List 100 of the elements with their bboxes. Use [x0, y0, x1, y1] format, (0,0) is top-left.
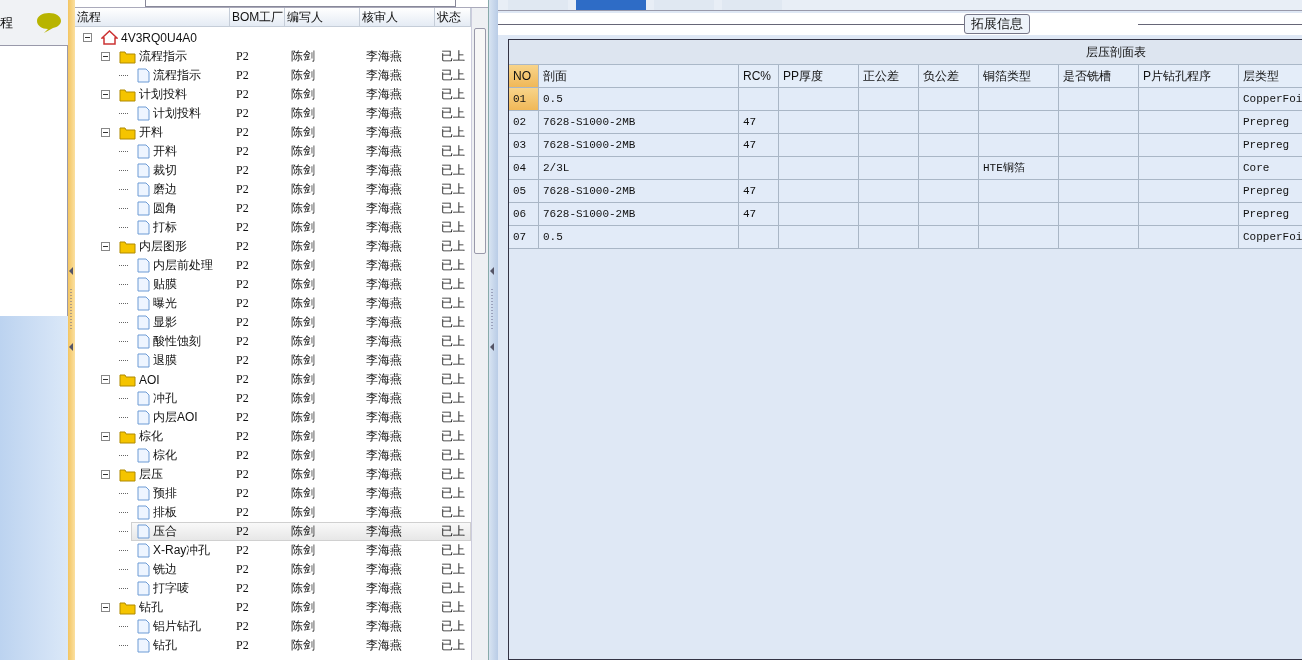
tree-row[interactable]: 圆角 P2 陈剑 李海燕 已上: [131, 199, 471, 218]
tree-item-label[interactable]: 圆角: [153, 200, 177, 217]
tree-item-label[interactable]: 流程指示: [153, 67, 201, 84]
tree-row[interactable]: 压合 P2 陈剑 李海燕 已上: [131, 522, 471, 541]
document-icon: [137, 448, 150, 463]
column-header[interactable]: 层类型: [1239, 65, 1302, 87]
table-cell: 47: [739, 203, 779, 225]
tree-item-label[interactable]: 显影: [153, 314, 177, 331]
tree-row[interactable]: 冲孔 P2 陈剑 李海燕 已上: [131, 389, 471, 408]
tree-item-label[interactable]: 计划投料: [153, 105, 201, 122]
tree-item-label[interactable]: X-Ray冲孔: [153, 542, 211, 559]
tree-item-label[interactable]: 铝片钻孔: [153, 618, 201, 635]
tree-item-label[interactable]: 曝光: [153, 295, 177, 312]
tree-item-label[interactable]: 冲孔: [153, 390, 177, 407]
column-header[interactable]: 正公差: [859, 65, 919, 87]
tree-item-label[interactable]: 打字唛: [153, 580, 189, 597]
column-header[interactable]: NO: [509, 65, 539, 87]
scrollbar-thumb[interactable]: [474, 28, 486, 254]
collapse-icon[interactable]: [101, 90, 110, 99]
tree-item-label[interactable]: 压合: [153, 523, 177, 540]
table-cell-text: P2: [235, 277, 250, 292]
tree-row[interactable]: 退膜 P2 陈剑 李海燕 已上: [131, 351, 471, 370]
tree-row[interactable]: 开料 P2 陈剑 李海燕 已上: [131, 142, 471, 161]
collapse-icon[interactable]: [101, 128, 110, 137]
column-header[interactable]: PP厚度: [779, 65, 859, 87]
tree-item-label[interactable]: 计划投料: [139, 86, 187, 103]
tree-item-label[interactable]: 开料: [153, 143, 177, 160]
tree-item-label[interactable]: 棕化: [153, 447, 177, 464]
column-header[interactable]: RC%: [739, 65, 779, 87]
tree-row[interactable]: 排板 P2 陈剑 李海燕 已上: [131, 503, 471, 522]
tree-row[interactable]: 磨边 P2 陈剑 李海燕 已上: [131, 180, 471, 199]
collapse-icon[interactable]: [101, 52, 110, 61]
column-header[interactable]: BOM工厂: [230, 8, 285, 26]
column-header[interactable]: 铜箔类型: [979, 65, 1059, 87]
column-header[interactable]: 负公差: [919, 65, 979, 87]
table-cell-text: P2: [235, 106, 250, 121]
tree-item-label[interactable]: 钻孔: [153, 637, 177, 654]
tree-row[interactable]: 打标 P2 陈剑 李海燕 已上: [131, 218, 471, 237]
tree-row[interactable]: 计划投料 P2 陈剑 李海燕 已上: [131, 104, 471, 123]
tree-item-label[interactable]: 排板: [153, 504, 177, 521]
splitter-handle[interactable]: [68, 0, 75, 660]
tree-item-label[interactable]: 内层图形: [139, 238, 187, 255]
tree-row[interactable]: 预排 P2 陈剑 李海燕 已上: [131, 484, 471, 503]
tree-row[interactable]: 流程指示 P2 陈剑 李海燕 已上: [131, 66, 471, 85]
collapse-icon[interactable]: [101, 432, 110, 441]
column-header[interactable]: 流程: [75, 8, 230, 26]
document-icon: [137, 562, 150, 577]
tree-item-label[interactable]: 铣边: [153, 561, 177, 578]
collapse-icon[interactable]: [101, 242, 110, 251]
collapse-icon[interactable]: [101, 375, 110, 384]
document-icon: [137, 505, 150, 520]
tree-item-label[interactable]: 层压: [139, 466, 163, 483]
table-cell-text: 已上: [440, 200, 466, 217]
table-cell-text: 陈剑: [290, 295, 316, 312]
table-cell-text: 已上: [440, 504, 466, 521]
tree-row[interactable]: 铣边 P2 陈剑 李海燕 已上: [131, 560, 471, 579]
tree-item-label[interactable]: 4V3RQ0U4A0: [121, 30, 198, 45]
tree-row[interactable]: 铝片钻孔 P2 陈剑 李海燕 已上: [131, 617, 471, 636]
tree-item-label[interactable]: 退膜: [153, 352, 177, 369]
tree-item-label[interactable]: 预排: [153, 485, 177, 502]
tree-row[interactable]: 曝光 P2 陈剑 李海燕 已上: [131, 294, 471, 313]
table-cell-text: 李海燕: [365, 637, 403, 654]
table-title: 层压剖面表: [509, 40, 1302, 65]
tree-item-label[interactable]: 流程指示: [139, 48, 187, 65]
tree-item-label[interactable]: 内层AOI: [153, 409, 198, 426]
table-cell-text: 已上: [440, 276, 466, 293]
tree-item-label[interactable]: 钻孔: [139, 599, 163, 616]
column-header[interactable]: 剖面: [539, 65, 739, 87]
column-header[interactable]: 核审人: [360, 8, 435, 26]
tree-item-label[interactable]: 贴膜: [153, 276, 177, 293]
speech-bubble-icon[interactable]: [36, 11, 62, 34]
tree-row[interactable]: 内层AOI P2 陈剑 李海燕 已上: [131, 408, 471, 427]
table-cell-text: 已上: [440, 599, 466, 616]
tree-row[interactable]: 棕化 P2 陈剑 李海燕 已上: [131, 446, 471, 465]
column-header[interactable]: P片钻孔程序: [1139, 65, 1239, 87]
tree-row[interactable]: 贴膜 P2 陈剑 李海燕 已上: [131, 275, 471, 294]
tree-item-label[interactable]: 开料: [139, 124, 163, 141]
collapse-icon[interactable]: [101, 603, 110, 612]
scrollbar[interactable]: [471, 8, 488, 660]
tree-row[interactable]: 打字唛 P2 陈剑 李海燕 已上: [131, 579, 471, 598]
collapse-icon[interactable]: [101, 470, 110, 479]
tree-item-label[interactable]: 磨边: [153, 181, 177, 198]
tree-row[interactable]: 内层前处理 P2 陈剑 李海燕 已上: [131, 256, 471, 275]
column-header[interactable]: 编写人: [285, 8, 360, 26]
tree-item-label[interactable]: AOI: [139, 372, 160, 387]
tree-item-label[interactable]: 打标: [153, 219, 177, 236]
tree-row[interactable]: X-Ray冲孔 P2 陈剑 李海燕 已上: [131, 541, 471, 560]
table-cell-text: Prepreg: [1242, 207, 1291, 222]
tree-row[interactable]: 显影 P2 陈剑 李海燕 已上: [131, 313, 471, 332]
tree-item-label[interactable]: 内层前处理: [153, 257, 213, 274]
table-cell-text: P2: [235, 87, 250, 102]
splitter-handle[interactable]: [488, 0, 498, 660]
column-header[interactable]: 是否铣槽: [1059, 65, 1139, 87]
tree-item-label[interactable]: 酸性蚀刻: [153, 333, 201, 350]
tree-item-label[interactable]: 裁切: [153, 162, 177, 179]
tree-row[interactable]: 酸性蚀刻 P2 陈剑 李海燕 已上: [131, 332, 471, 351]
tree-row[interactable]: 钻孔 P2 陈剑 李海燕 已上: [131, 636, 471, 655]
tree-item-label[interactable]: 棕化: [139, 428, 163, 445]
collapse-icon[interactable]: [83, 33, 92, 42]
tree-row[interactable]: 裁切 P2 陈剑 李海燕 已上: [131, 161, 471, 180]
